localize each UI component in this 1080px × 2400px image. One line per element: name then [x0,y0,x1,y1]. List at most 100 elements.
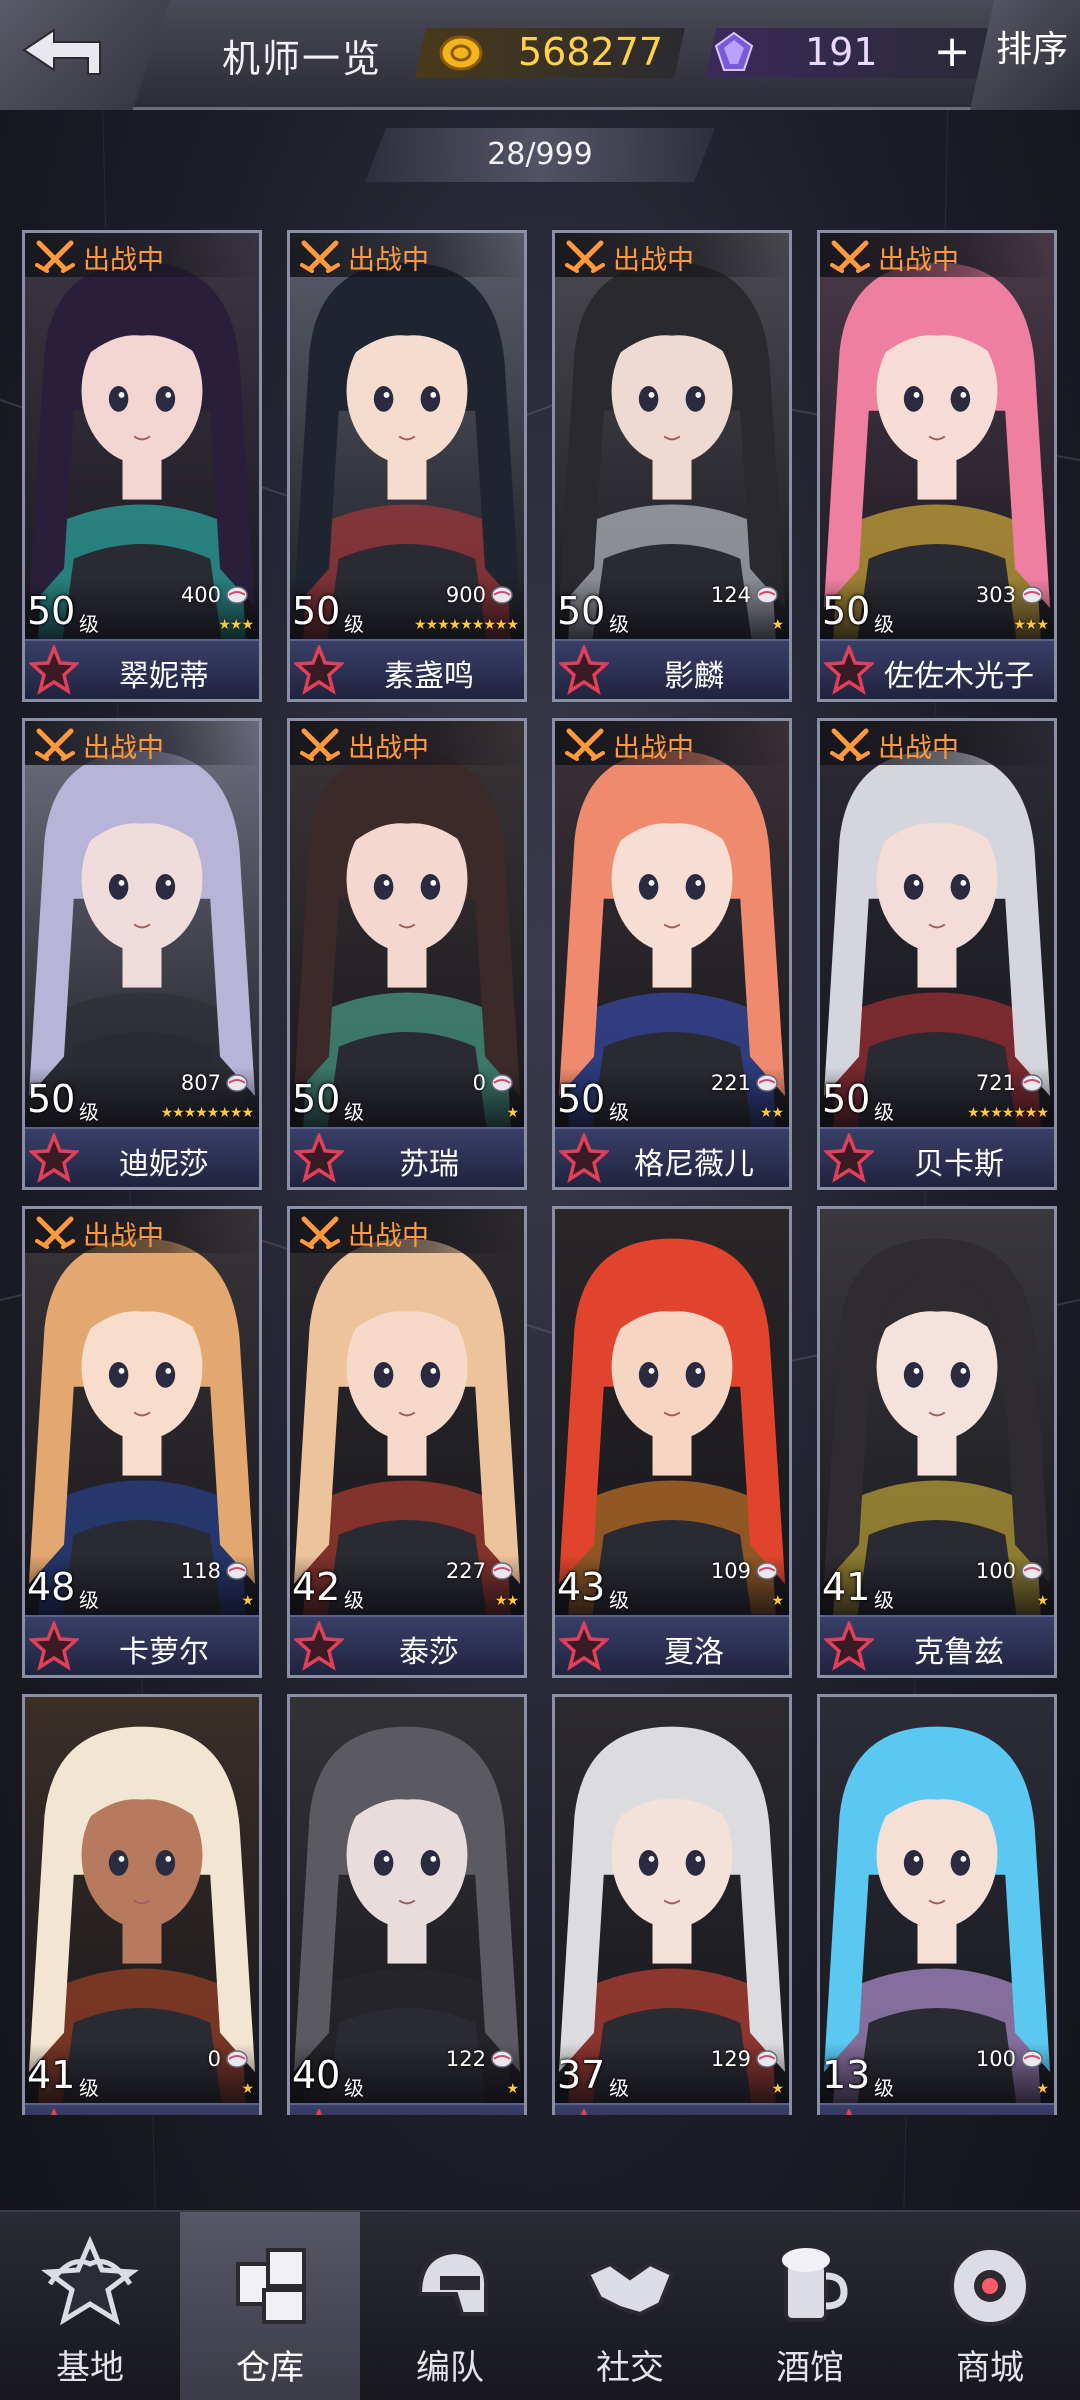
nav-label: 商城 [956,2348,1024,2388]
pilot-name-bar: 小林直希 [555,2103,789,2115]
pilot-card[interactable]: 40 级 122 ★ 娜梅莉亚 [287,1694,527,2115]
pilot-card[interactable]: 出战中 42 级 227 ★★ 泰莎 [287,1206,527,1678]
in-battle-tag: 出战中 [25,233,259,277]
shop-capsule-icon [950,2246,1030,2326]
level-suffix: 级 [79,2076,99,2100]
power-orb-icon [491,1562,513,1580]
pilot-card[interactable]: 13 级 100 ★ 水原梨纱 [817,1694,1057,2115]
pilot-name-bar: 贝卡斯 [820,1127,1054,1187]
pilot-name-bar: 佐佐木光子 [820,639,1054,699]
add-gems-button[interactable]: + [928,28,976,76]
pilot-card[interactable]: 出战中 50 级 900 ★★★★★★★★★ 素盏鸣 [287,230,527,702]
level-suffix: 级 [874,1100,894,1124]
pilot-name: 卡萝尔 [119,1635,209,1670]
star-rating: ★ [241,1593,254,1609]
rank-star-icon [29,1133,79,1183]
squad-helmet-icon [417,2249,489,2316]
pilot-card[interactable]: 出战中 50 级 303 ★★★ 佐佐木光子 [817,230,1057,702]
pilot-name: 贝卡斯 [914,1147,1004,1182]
in-battle-label: 出战中 [348,733,429,764]
crossed-swords-icon [35,1216,75,1249]
nav-warehouse-crate[interactable]: 仓库 [180,2212,360,2400]
pilot-name: 克鲁兹 [914,1635,1004,1670]
warehouse-crate-icon [236,2248,306,2324]
level-suffix: 级 [609,1588,629,1612]
gem-amount: 191 [805,30,878,74]
in-battle-tag: 出战中 [820,721,1054,765]
rank-star-icon [294,1621,344,1671]
pilot-name: 格尼薇儿 [634,1147,754,1182]
star-rating: ★★★★★★★★★ [414,617,519,633]
pilot-name: 夏洛 [664,1635,724,1670]
star-rating: ★★★★★★★★ [160,1105,254,1121]
pilot-card[interactable]: 41 级 100 ★ 克鲁兹 [817,1206,1057,1678]
pilot-level: 50 [557,1077,606,1121]
star-rating: ★★★ [1013,617,1049,633]
crossed-swords-icon [565,240,605,273]
power-orb-icon [226,586,248,604]
pilot-level: 37 [557,2053,606,2097]
rank-star-icon [29,1621,79,1671]
pilot-name: 翠妮蒂 [119,659,209,694]
pilot-card[interactable]: 出战中 50 级 221 ★★ 格尼薇儿 [552,718,792,1190]
in-battle-label: 出战中 [878,733,959,764]
pilot-power: 124 [710,583,751,607]
pilot-count: 28/999 [365,128,715,182]
in-battle-label: 出战中 [613,245,694,276]
pilot-card[interactable]: 出战中 50 级 400 ★★★ 翠妮蒂 [22,230,262,702]
pilot-power: 400 [180,583,221,607]
pilot-card[interactable]: 出战中 50 级 0 ★ 苏瑞 [287,718,527,1190]
pilot-name-bar: 娜梅莉亚 [290,2103,524,2115]
in-battle-tag: 出战中 [555,721,789,765]
pilot-card[interactable]: 出战中 48 级 118 ★ 卡萝尔 [22,1206,262,1678]
power-orb-icon [756,1562,778,1580]
pilot-name-bar: 格尼薇儿 [555,1127,789,1187]
pilot-card[interactable]: 出战中 50 级 807 ★★★★★★★★ 迪妮莎 [22,718,262,1190]
rank-star-icon [559,1133,609,1183]
level-suffix: 级 [344,1588,364,1612]
nav-squad-helmet[interactable]: 编队 [360,2212,540,2400]
nav-shop-capsule[interactable]: 商城 [900,2212,1080,2400]
pilot-card[interactable]: 37 级 129 ★ 小林直希 [552,1694,792,2115]
tavern-mug-icon [782,2248,848,2322]
power-orb-icon [226,1074,248,1092]
pilot-name-bar: 克鲁兹 [820,1615,1054,1675]
power-orb-icon [491,1074,513,1092]
star-rating: ★★★ [218,617,254,633]
pilot-card[interactable]: 出战中 50 级 721 ★★★★★★★ 贝卡斯 [817,718,1057,1190]
level-suffix: 级 [344,1100,364,1124]
nav-base-emblem[interactable]: 基地 [0,2212,180,2400]
pilot-power: 129 [710,2047,751,2071]
in-battle-label: 出战中 [83,733,164,764]
pilot-power: 221 [710,1071,751,1095]
in-battle-label: 出战中 [83,1221,164,1252]
crossed-swords-icon [35,240,75,273]
pilot-card[interactable]: 41 级 0 ★ 奥格拉拉 [22,1694,262,2115]
nav-handshake[interactable]: 社交 [540,2212,720,2400]
rank-star-icon [580,2109,588,2115]
back-button[interactable] [0,0,170,110]
crossed-swords-icon [830,728,870,761]
pilot-level: 50 [822,1077,871,1121]
level-suffix: 级 [79,1588,99,1612]
pilot-card[interactable]: 出战中 50 级 124 ★ 影麟 [552,230,792,702]
pilot-level: 40 [292,2053,341,2097]
level-suffix: 级 [344,2076,364,2100]
in-battle-tag: 出战中 [290,233,524,277]
sort-button[interactable]: 排序 [970,0,1080,110]
power-orb-icon [756,1074,778,1092]
level-suffix: 级 [609,1100,629,1124]
in-battle-tag: 出战中 [555,233,789,277]
rank-star-icon [824,645,874,695]
power-orb-icon [226,2050,248,2068]
pilot-grid[interactable]: 出战中 50 级 400 ★★★ 翠妮蒂 出战中 50 级 900 ★★★★★★… [22,230,1058,2115]
nav-tavern-mug[interactable]: 酒馆 [720,2212,900,2400]
purple-gem-icon [714,31,754,71]
in-battle-label: 出战中 [348,1221,429,1252]
handshake-icon [585,2261,675,2317]
level-suffix: 级 [874,612,894,636]
pilot-card[interactable]: 43 级 109 ★ 夏洛 [552,1206,792,1678]
rank-star-icon [824,1133,874,1183]
star-rating: ★ [771,617,784,633]
power-orb-icon [1021,2050,1043,2068]
